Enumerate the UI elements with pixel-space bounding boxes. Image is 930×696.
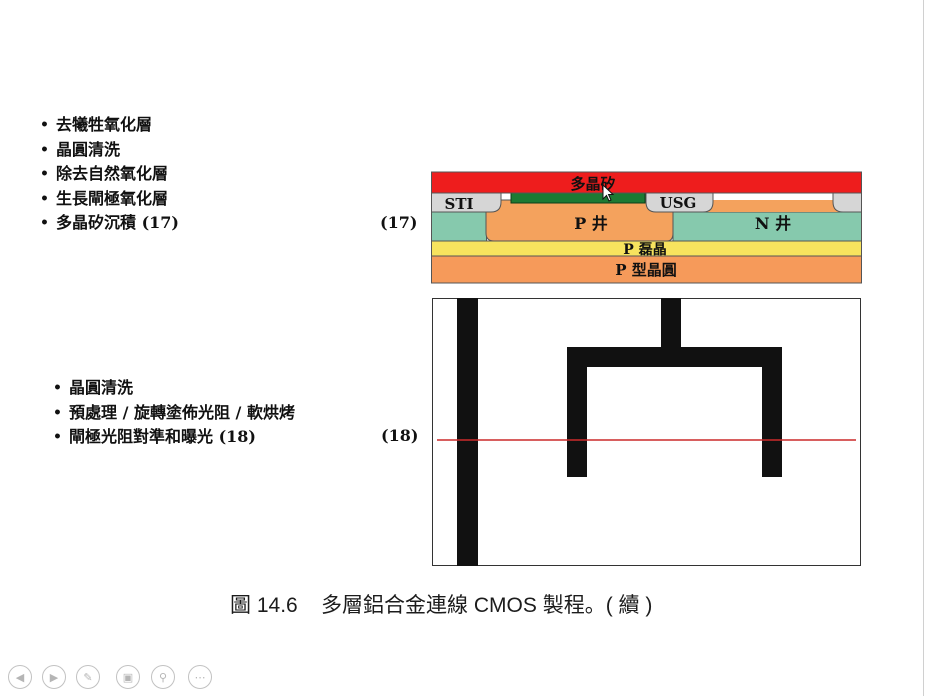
mask-gate-stem (661, 298, 681, 348)
cross-section-diagram: 多晶矽 STI USG P 井 N 井 P 磊晶 P 型晶圓 (431, 171, 862, 284)
bullet-item: 多晶矽沉積 (17) (40, 211, 179, 236)
step18-bullet-list: 晶圓清洗 預處理 / 旋轉塗佈光阻 / 軟烘烤 閘極光阻對準和曝光 (18) (53, 376, 295, 450)
slides-icon[interactable]: ▣ (116, 665, 140, 689)
bullet-item: 去犧牲氧化層 (40, 113, 179, 138)
mask-gate-bar (567, 347, 782, 367)
step18-label: (18) (381, 426, 419, 445)
bullet-item: 晶圓清洗 (53, 376, 295, 401)
polysilicon-layer (431, 171, 862, 194)
mask-line-left (457, 298, 478, 566)
slide: 去犧牲氧化層 晶圓清洗 除去自然氧化層 生長閘極氧化層 多晶矽沉積 (17) (… (0, 0, 930, 696)
bullet-item: 生長閘極氧化層 (40, 187, 179, 212)
gate-mask-layout (432, 298, 861, 566)
figure-caption: 圖 14.6 多層鋁合金連線 CMOS 製程。( 續 ) (230, 594, 653, 617)
n-well-label: N 井 (755, 214, 791, 233)
step17-label: (17) (380, 213, 418, 232)
sti-right (832, 192, 862, 213)
p-wafer-label: P 型晶圓 (615, 261, 677, 279)
slide-edge (923, 0, 924, 696)
gate-oxide-layer (510, 192, 646, 204)
p-well-left (431, 211, 487, 242)
sti-label: STI (444, 195, 473, 213)
prev-icon[interactable]: ◀ (8, 665, 32, 689)
p-epi-label: P 磊晶 (623, 242, 666, 258)
mask-gate-right-leg (762, 347, 782, 477)
p-well-label: P 井 (574, 214, 608, 233)
bullet-item: 晶圓清洗 (40, 138, 179, 163)
next-icon[interactable]: ▶ (42, 665, 66, 689)
bullet-item: 閘極光阻對準和曝光 (18) (53, 425, 295, 450)
bullet-item: 預處理 / 旋轉塗佈光阻 / 軟烘烤 (53, 401, 295, 426)
usg-label: USG (660, 194, 697, 212)
bullet-item: 除去自然氧化層 (40, 162, 179, 187)
step17-bullet-list: 去犧牲氧化層 晶圓清洗 除去自然氧化層 生長閘極氧化層 多晶矽沉積 (17) (40, 113, 179, 236)
more-icon[interactable]: ⋯ (188, 665, 212, 689)
mask-frame (432, 298, 861, 566)
zoom-icon[interactable]: ⚲ (151, 665, 175, 689)
pen-icon[interactable]: ✎ (76, 665, 100, 689)
mask-gate-left-leg (567, 347, 587, 477)
